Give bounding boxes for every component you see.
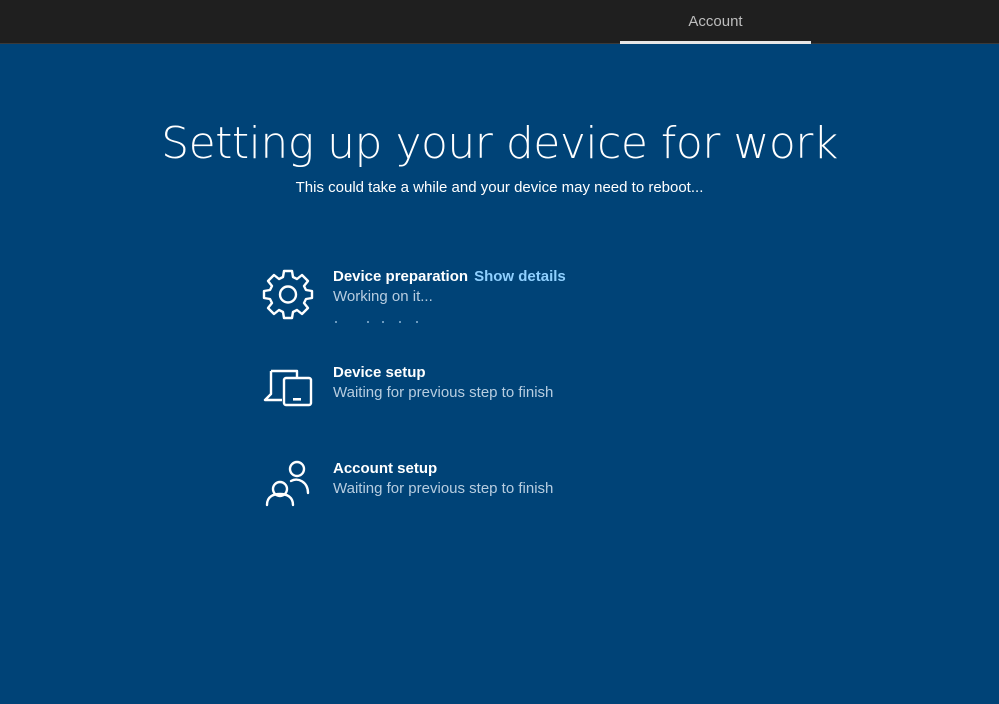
devices-icon <box>262 364 314 416</box>
tab-account-underline <box>620 41 811 44</box>
progress-indicator <box>333 321 423 325</box>
step-status: Waiting for previous step to finish <box>333 384 554 401</box>
step-title: Account setup <box>333 460 438 477</box>
step-account-setup: Account setup Waiting for previous step … <box>262 460 722 520</box>
top-bar: Account <box>0 0 999 44</box>
people-icon <box>262 460 314 512</box>
gear-icon <box>262 268 314 320</box>
step-title: Device preparation <box>333 268 469 285</box>
step-status: Working on it... <box>333 288 433 305</box>
page-title: Setting up your device for work <box>161 118 838 169</box>
show-details-link[interactable]: Show details <box>474 268 566 285</box>
step-device-setup: Device setup Waiting for previous step t… <box>262 364 722 424</box>
step-title: Device setup <box>333 364 426 381</box>
tab-account[interactable]: Account <box>620 0 811 44</box>
page-subtitle: This could take a while and your device … <box>295 179 704 196</box>
step-device-preparation: Device preparation Show details Working o… <box>262 268 722 328</box>
step-status: Waiting for previous step to finish <box>333 480 554 497</box>
